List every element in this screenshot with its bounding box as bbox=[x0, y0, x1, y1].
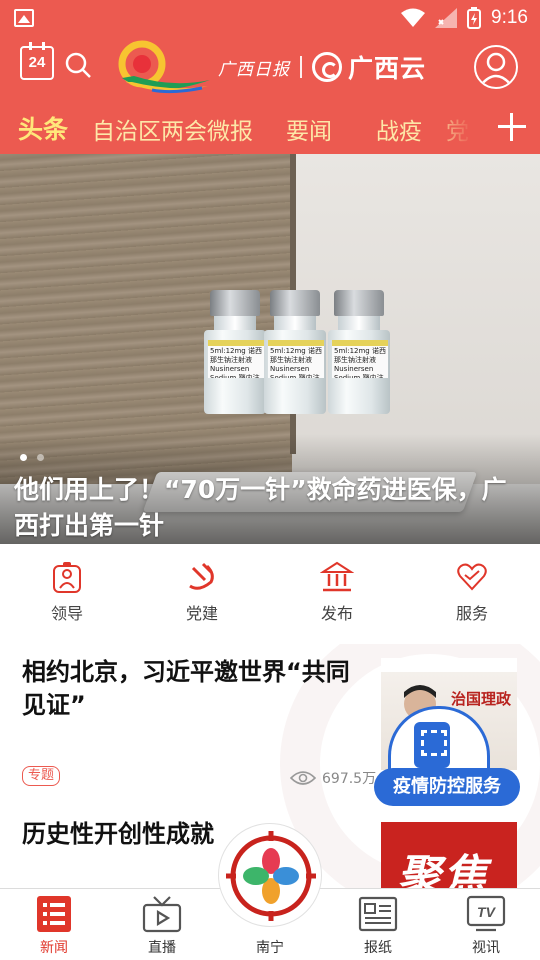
vial-label: 5ml:12mg 诺西那生钠注射液 Nusinersen Sodium 鞘内注射 bbox=[268, 340, 324, 378]
quick-release-button[interactable]: 发布 bbox=[297, 560, 377, 624]
tab-headline[interactable]: 头条 bbox=[18, 110, 68, 146]
quick-label: 服务 bbox=[455, 604, 488, 623]
calendar-button[interactable]: 24 bbox=[20, 42, 54, 80]
search-icon[interactable] bbox=[64, 51, 92, 79]
newspaper-icon bbox=[358, 896, 398, 932]
nav-label: 视讯 bbox=[472, 940, 500, 956]
news-list-icon bbox=[37, 896, 71, 932]
carousel-indicator bbox=[20, 454, 44, 461]
nav-newspaper[interactable]: 报纸 bbox=[338, 895, 418, 957]
nav-label: 直播 bbox=[148, 940, 176, 956]
view-count-value: 697.5万 bbox=[322, 771, 377, 787]
nav-label: 南宁 bbox=[256, 940, 284, 956]
nav-label: 报纸 bbox=[364, 940, 392, 956]
add-channel-icon[interactable] bbox=[496, 111, 528, 143]
brand-bar: 广西日报 广西云 bbox=[218, 50, 426, 84]
wifi-icon bbox=[401, 8, 426, 27]
tab-fight-epidemic[interactable]: 战疫 bbox=[376, 112, 422, 146]
government-building-icon bbox=[320, 561, 354, 592]
feed-item-title[interactable]: 相约北京，习近平邀世界“共同见证” bbox=[22, 656, 362, 722]
clock: 9:16 bbox=[491, 7, 528, 28]
thumbnail-caption: 聚焦 bbox=[397, 851, 489, 888]
vial-label: 5ml:12mg 诺西那生钠注射液 Nusinersen Sodium 鞘内注射 bbox=[332, 340, 388, 378]
tv-play-icon bbox=[142, 896, 182, 933]
quick-label: 发布 bbox=[320, 604, 353, 623]
party-emblem-icon bbox=[189, 562, 214, 590]
image-notification-icon bbox=[14, 9, 34, 27]
vial-label: 5ml:12mg 诺西那生钠注射液 Nusinersen Sodium 鞘内注射 bbox=[208, 340, 264, 378]
topic-tag: 专题 bbox=[22, 766, 61, 786]
quick-label: 领导 bbox=[50, 604, 83, 623]
quick-label: 党建 bbox=[185, 604, 218, 623]
status-bar: 9:16 bbox=[0, 0, 540, 36]
tab-news[interactable]: 要闻 bbox=[286, 112, 332, 146]
app-header: 24 广西日报 广西云 bbox=[0, 36, 540, 100]
epidemic-service-label: 疫情防控服务 bbox=[374, 768, 520, 806]
tv-icon: TV bbox=[466, 895, 506, 932]
calendar-day: 24 bbox=[28, 54, 46, 71]
qr-code-phone-icon bbox=[414, 722, 450, 768]
channel-tabs: 头条 自治区两会微报 要闻 战疫 党 bbox=[0, 100, 540, 154]
epidemic-service-button[interactable]: 疫情防控服务 bbox=[374, 706, 520, 808]
quick-party-button[interactable]: 党建 bbox=[162, 560, 242, 624]
user-avatar[interactable] bbox=[474, 45, 518, 89]
heart-icon bbox=[457, 563, 487, 591]
festival-logo-icon bbox=[118, 40, 210, 94]
eye-icon bbox=[290, 771, 316, 785]
quick-leaders-button[interactable]: 领导 bbox=[27, 560, 107, 624]
carousel-dot bbox=[37, 454, 44, 461]
view-count: 697.5万 bbox=[290, 768, 376, 788]
medicine-vial: 5ml:12mg 诺西那生钠注射液 Nusinersen Sodium 鞘内注射 bbox=[328, 290, 390, 414]
status-icons: 9:16 bbox=[401, 6, 528, 30]
svg-text:TV: TV bbox=[477, 904, 497, 920]
headline-caption: 他们用上了！“70万一针”救命药进医保，广西打出第一针 bbox=[14, 475, 507, 540]
app-screen: 9:16 24 广西日报 广西云 头条 自治区两会微报 要闻 战疫 5ml:12… bbox=[0, 0, 540, 960]
tab-assembly-brief[interactable]: 自治区两会微报 bbox=[92, 112, 253, 146]
headline-carousel[interactable]: 5ml:12mg 诺西那生钠注射液 Nusinersen Sodium 鞘内注射… bbox=[0, 154, 540, 544]
nav-label: 新闻 bbox=[40, 940, 68, 956]
nav-nanning[interactable] bbox=[218, 823, 322, 927]
person-badge-icon bbox=[53, 562, 81, 593]
quick-menu: 领导 党建 发布 服务 bbox=[0, 544, 540, 644]
nav-news[interactable]: 新闻 bbox=[14, 895, 94, 957]
brand-separator bbox=[300, 56, 302, 78]
nav-live[interactable]: 直播 bbox=[122, 895, 202, 957]
user-icon bbox=[480, 52, 512, 86]
quick-service-button[interactable]: 服务 bbox=[432, 560, 512, 624]
signal-icon bbox=[435, 8, 458, 28]
paper-name: 广西日报 bbox=[218, 59, 290, 80]
guangxi-cloud-logo-icon bbox=[312, 52, 342, 82]
medicine-vial: 5ml:12mg 诺西那生钠注射液 Nusinersen Sodium 鞘内注射 bbox=[204, 290, 266, 414]
app-name: 广西云 bbox=[348, 54, 427, 83]
feed-item-thumbnail[interactable]: 聚焦 bbox=[381, 822, 517, 888]
tabs-fade bbox=[430, 100, 490, 154]
medicine-vial: 5ml:12mg 诺西那生钠注射液 Nusinersen Sodium 鞘内注射 bbox=[264, 290, 326, 414]
carousel-dot-active bbox=[20, 454, 27, 461]
battery-charging-icon bbox=[467, 7, 482, 29]
nanning-flower-icon bbox=[226, 831, 316, 921]
nav-video[interactable]: TV 视讯 bbox=[446, 895, 526, 957]
